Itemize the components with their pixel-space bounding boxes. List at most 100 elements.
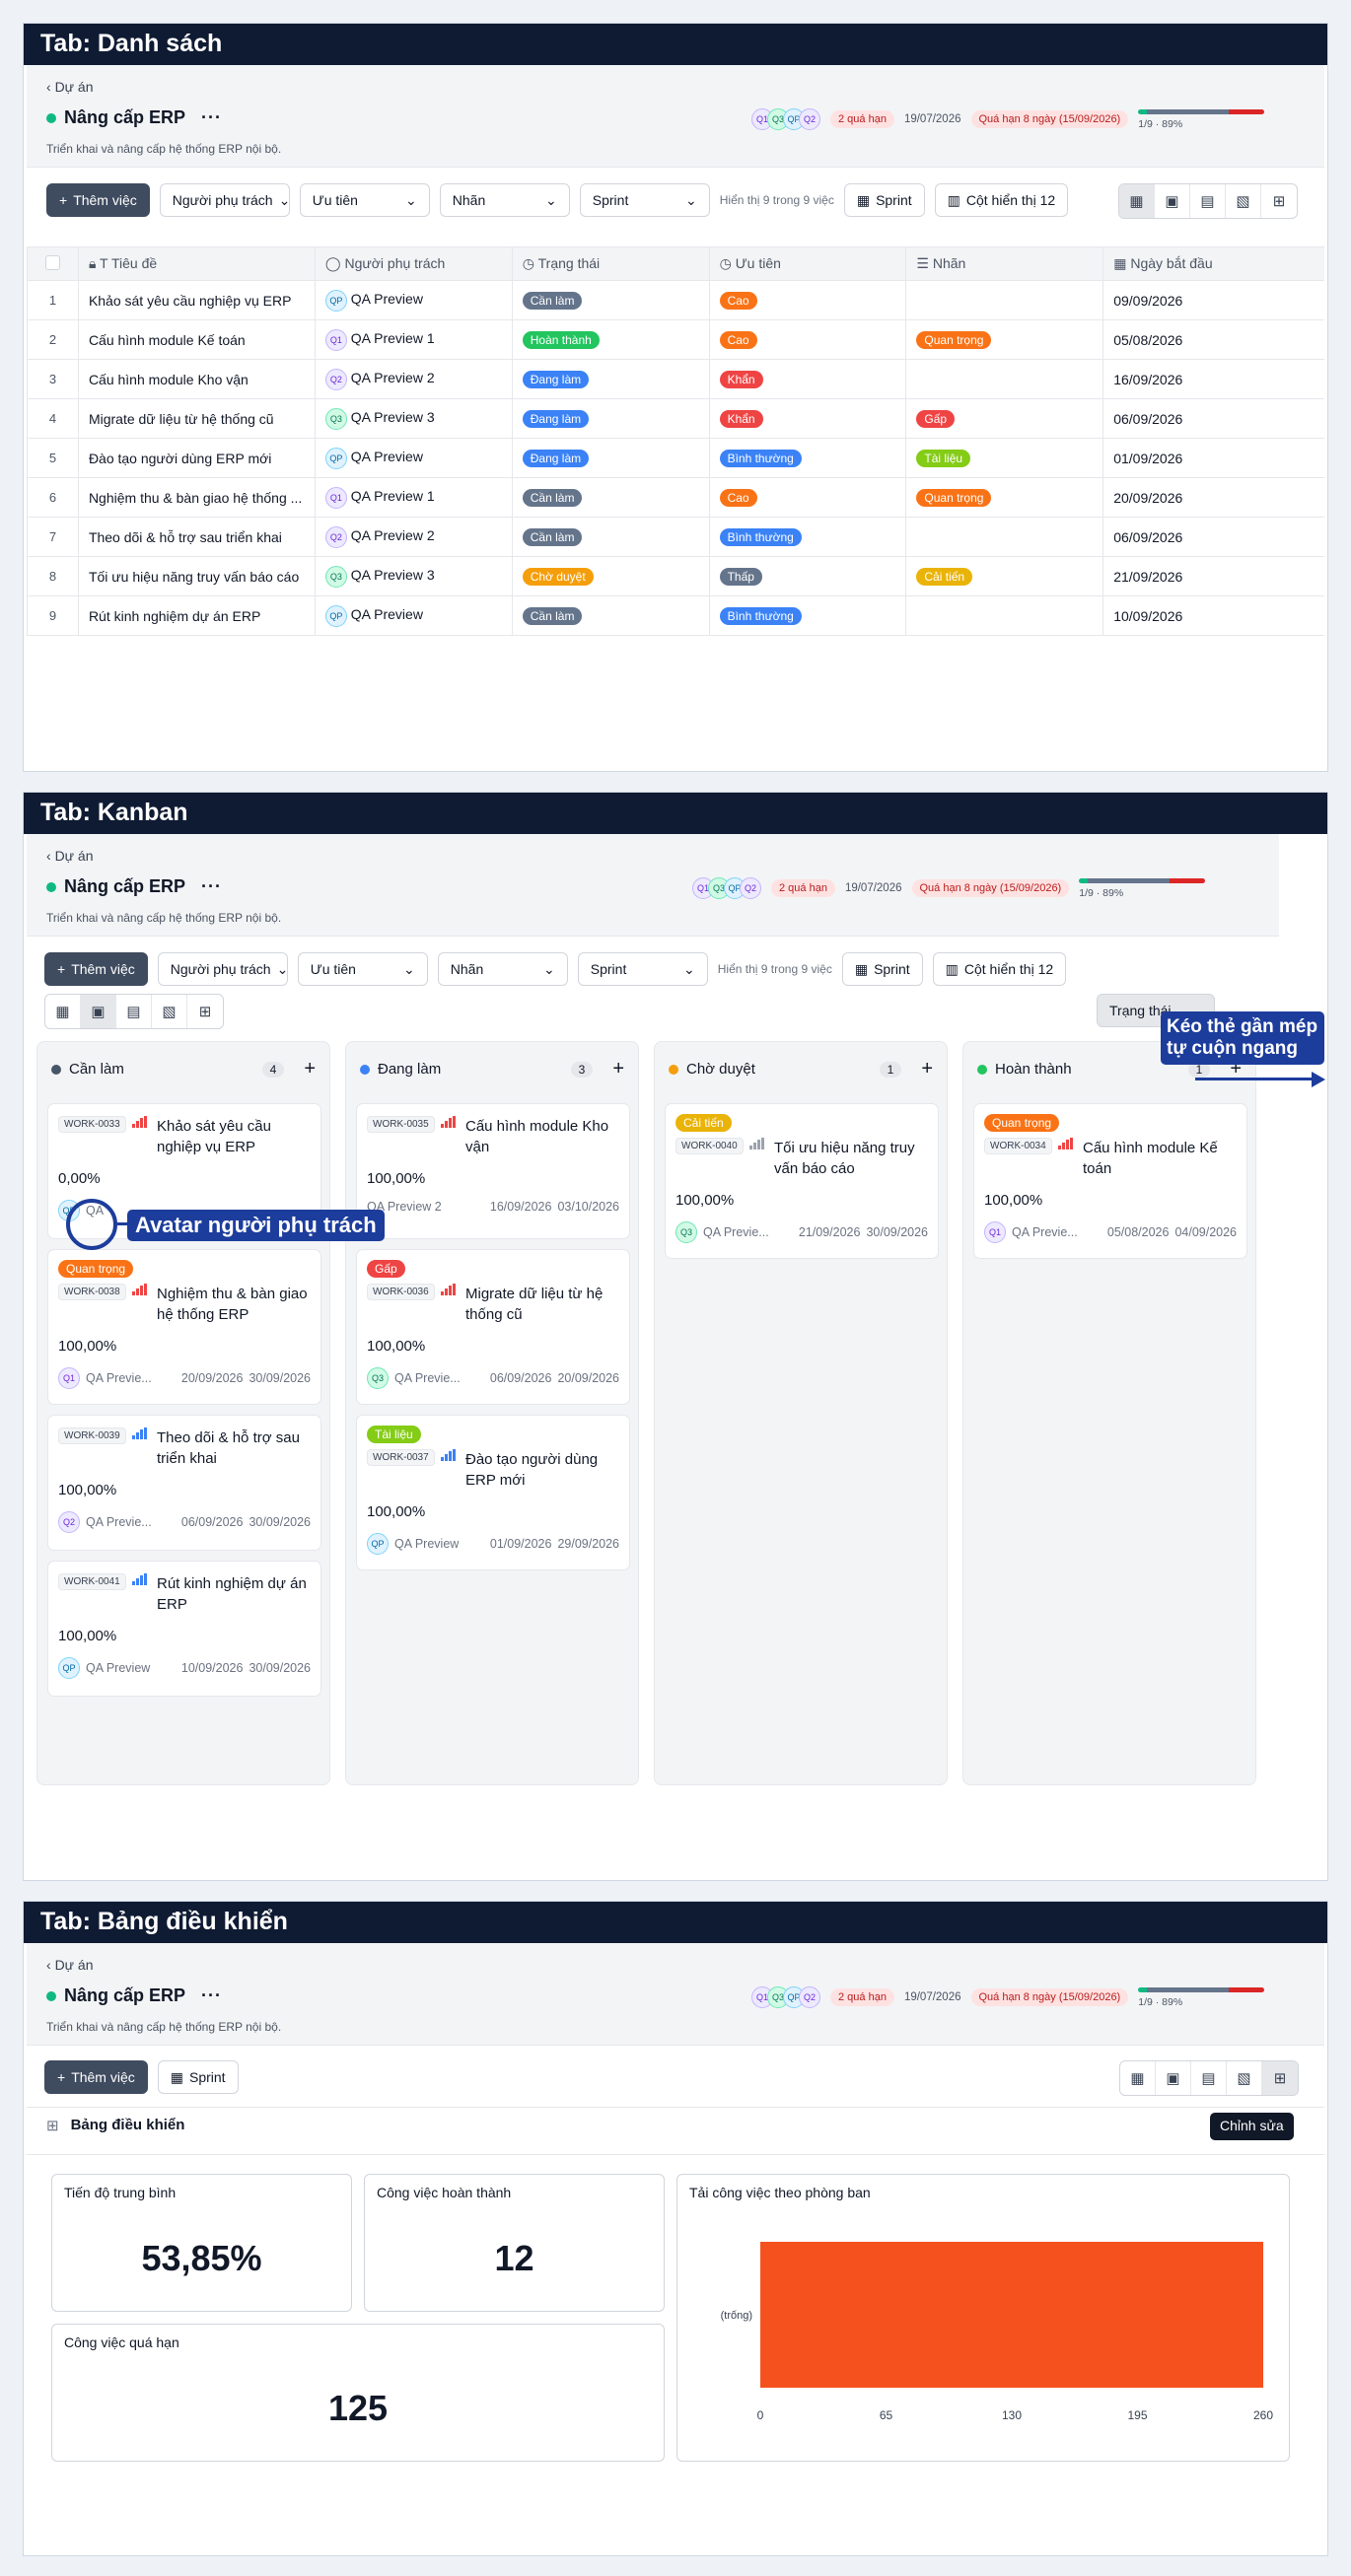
priority-filter[interactable]: Ưu tiên ⌄	[297, 952, 428, 986]
label-cell[interactable]	[905, 517, 1104, 557]
status-cell[interactable]: Cần làm	[511, 280, 710, 320]
start-date[interactable]: 10/09/2026	[1102, 595, 1324, 636]
calendar-view-icon[interactable]: ▤	[1191, 2061, 1227, 2095]
assignee-cell[interactable]: Q3 QA Preview 3	[314, 398, 513, 439]
dashboard-view-icon[interactable]: ⊞	[187, 995, 223, 1028]
kanban-view-icon[interactable]: ▣	[81, 995, 116, 1028]
table-row[interactable]: 1 Khảo sát yêu cầu nghiệp vụ ERP QP QA P…	[27, 280, 1324, 320]
column-header[interactable]: ◯ Người phụ trách	[314, 246, 513, 281]
member-avatars[interactable]: Q1 Q3 QP Q2	[692, 877, 761, 899]
plus-icon[interactable]: +	[612, 1058, 624, 1080]
status-cell[interactable]: Đang làm	[511, 398, 710, 439]
status-cell[interactable]: Đang làm	[511, 359, 710, 399]
dashboard-view-icon[interactable]: ⊞	[1261, 184, 1297, 218]
gantt-view-icon[interactable]: ▧	[152, 995, 187, 1028]
member-avatars[interactable]: Q1 Q3 QP Q2	[751, 108, 820, 130]
plus-icon[interactable]: +	[921, 1058, 933, 1080]
assignee-cell[interactable]: QP QA Preview	[314, 595, 513, 636]
task-card[interactable]: Cải tiến WORK-0040 Tối ưu hiệu năng truy …	[665, 1103, 939, 1259]
start-date[interactable]: 06/09/2026	[1102, 517, 1324, 557]
priority-cell[interactable]: Bình thường	[708, 438, 907, 478]
priority-cell[interactable]: Cao	[708, 319, 907, 360]
task-card[interactable]: Quan trọng WORK-0038 Nghiệm thu & bàn gia…	[47, 1249, 321, 1405]
columns-button[interactable]: ▥ Cột hiển thị 12	[932, 952, 1067, 986]
edit-button[interactable]: Chỉnh sửa	[1210, 2113, 1294, 2140]
task-title[interactable]: Theo dõi & hỗ trợ sau triển khai	[77, 517, 316, 557]
column-header[interactable]: ◷ Ưu tiên	[708, 246, 907, 281]
status-cell[interactable]: Đang làm	[511, 438, 710, 478]
assignee-cell[interactable]: Q1 QA Preview 1	[314, 319, 513, 360]
label-filter[interactable]: Nhãn ⌄	[439, 183, 570, 217]
priority-cell[interactable]: Khẩn	[708, 359, 907, 399]
status-cell[interactable]: Cần làm	[511, 477, 710, 518]
kanban-column[interactable]: Đang làm 3 + WORK-0035 Cấu hình module Kho …	[345, 1041, 639, 1785]
assignee-cell[interactable]: Q2 QA Preview 2	[314, 517, 513, 557]
member-avatars[interactable]: Q1 Q3 QP Q2	[751, 1986, 820, 2008]
column-header[interactable]: ▦ Ngày bắt đầu	[1102, 246, 1324, 281]
start-date[interactable]: 16/09/2026	[1102, 359, 1324, 399]
label-cell[interactable]	[905, 595, 1104, 636]
columns-button[interactable]: ▥ Cột hiển thị 12	[934, 183, 1069, 217]
table-view-icon[interactable]: ▦	[1120, 2061, 1156, 2095]
table-row[interactable]: 6 Nghiệm thu & bàn giao hệ thống ... Q1 …	[27, 477, 1324, 518]
more-icon[interactable]: ···	[201, 1985, 222, 2006]
table-row[interactable]: 2 Cấu hình module Kế toán Q1 QA Preview …	[27, 319, 1324, 360]
label-cell[interactable]: Quan trọng	[905, 477, 1104, 518]
assignee-cell[interactable]: Q3 QA Preview 3	[314, 556, 513, 596]
calendar-view-icon[interactable]: ▤	[116, 995, 152, 1028]
task-title[interactable]: Đào tạo người dùng ERP mới	[77, 438, 316, 478]
start-date[interactable]: 20/09/2026	[1102, 477, 1324, 518]
label-filter[interactable]: Nhãn ⌄	[437, 952, 568, 986]
sprint-filter[interactable]: Sprint ⌄	[577, 952, 708, 986]
kanban-view-icon[interactable]: ▣	[1155, 184, 1190, 218]
task-card[interactable]: Tài liệu WORK-0037 Đào tạo người dùng ERP…	[356, 1415, 630, 1570]
sprint-button[interactable]: ▦ Sprint	[157, 2060, 239, 2094]
start-date[interactable]: 06/09/2026	[1102, 398, 1324, 439]
table-view-icon[interactable]: ▦	[45, 995, 81, 1028]
sprint-button[interactable]: ▦ Sprint	[843, 183, 925, 217]
assignee-cell[interactable]: Q1 QA Preview 1	[314, 477, 513, 518]
label-cell[interactable]: Gấp	[905, 398, 1104, 439]
label-cell[interactable]: Tài liệu	[905, 438, 1104, 478]
start-date[interactable]: 09/09/2026	[1102, 280, 1324, 320]
kanban-view-icon[interactable]: ▣	[1156, 2061, 1191, 2095]
priority-cell[interactable]: Cao	[708, 280, 907, 320]
status-cell[interactable]: Cần làm	[511, 595, 710, 636]
start-date[interactable]: 05/08/2026	[1102, 319, 1324, 360]
task-title[interactable]: Tối ưu hiệu năng truy vấn báo cáo	[77, 556, 316, 596]
priority-cell[interactable]: Thấp	[708, 556, 907, 596]
priority-cell[interactable]: Khẩn	[708, 398, 907, 439]
priority-cell[interactable]: Bình thường	[708, 595, 907, 636]
kanban-column[interactable]: Hoàn thành 1 + Quan trọng WORK-0034 Cấu hình…	[962, 1041, 1256, 1785]
assignee-cell[interactable]: Q2 QA Preview 2	[314, 359, 513, 399]
sprint-filter[interactable]: Sprint ⌄	[579, 183, 710, 217]
table-row[interactable]: 4 Migrate dữ liệu từ hệ thống cũ Q3 QA P…	[27, 398, 1324, 439]
assignee-cell[interactable]: QP QA Preview	[314, 280, 513, 320]
label-cell[interactable]: Quan trọng	[905, 319, 1104, 360]
task-title[interactable]: Cấu hình module Kho vận	[77, 359, 316, 399]
table-row[interactable]: 7 Theo dõi & hỗ trợ sau triển khai Q2 QA…	[27, 517, 1324, 557]
kanban-column[interactable]: Chờ duyệt 1 + Cải tiến WORK-0040 Tối ưu hiệu…	[654, 1041, 948, 1785]
priority-filter[interactable]: Ưu tiên ⌄	[299, 183, 430, 217]
calendar-view-icon[interactable]: ▤	[1190, 184, 1226, 218]
task-card[interactable]: WORK-0041 Rút kinh nghiệm dự án ERP 100,…	[47, 1561, 321, 1697]
table-row[interactable]: 8 Tối ưu hiệu năng truy vấn báo cáo Q3 Q…	[27, 556, 1324, 596]
task-title[interactable]: Cấu hình module Kế toán	[77, 319, 316, 360]
column-header[interactable]: ◷ Trạng thái	[511, 246, 710, 281]
task-card[interactable]: Quan trọng WORK-0034 Cấu hình module Kế t…	[973, 1103, 1247, 1259]
task-card[interactable]: WORK-0039 Theo dõi & hỗ trợ sau triển kh…	[47, 1415, 321, 1551]
task-title[interactable]: Nghiệm thu & bàn giao hệ thống ...	[77, 477, 316, 518]
more-icon[interactable]: ···	[201, 107, 222, 128]
column-header[interactable]: 🔒︎ T Tiêu đề	[77, 246, 316, 281]
add-task-button[interactable]: + Thêm việc	[44, 2060, 148, 2094]
priority-cell[interactable]: Cao	[708, 477, 907, 518]
status-cell[interactable]: Chờ duyệt	[511, 556, 710, 596]
assignee-filter[interactable]: Người phụ trách ⌄	[157, 952, 288, 986]
task-card[interactable]: WORK-0035 Cấu hình module Kho vận 100,00…	[356, 1103, 630, 1239]
assignee-filter[interactable]: Người phụ trách ⌄	[159, 183, 290, 217]
label-cell[interactable]: Cải tiến	[905, 556, 1104, 596]
breadcrumb[interactable]: ‹ Dự án	[46, 79, 94, 95]
dashboard-view-icon[interactable]: ⊞	[1262, 2061, 1298, 2095]
gantt-view-icon[interactable]: ▧	[1227, 2061, 1262, 2095]
table-row[interactable]: 9 Rút kinh nghiệm dự án ERP QP QA Previe…	[27, 595, 1324, 636]
